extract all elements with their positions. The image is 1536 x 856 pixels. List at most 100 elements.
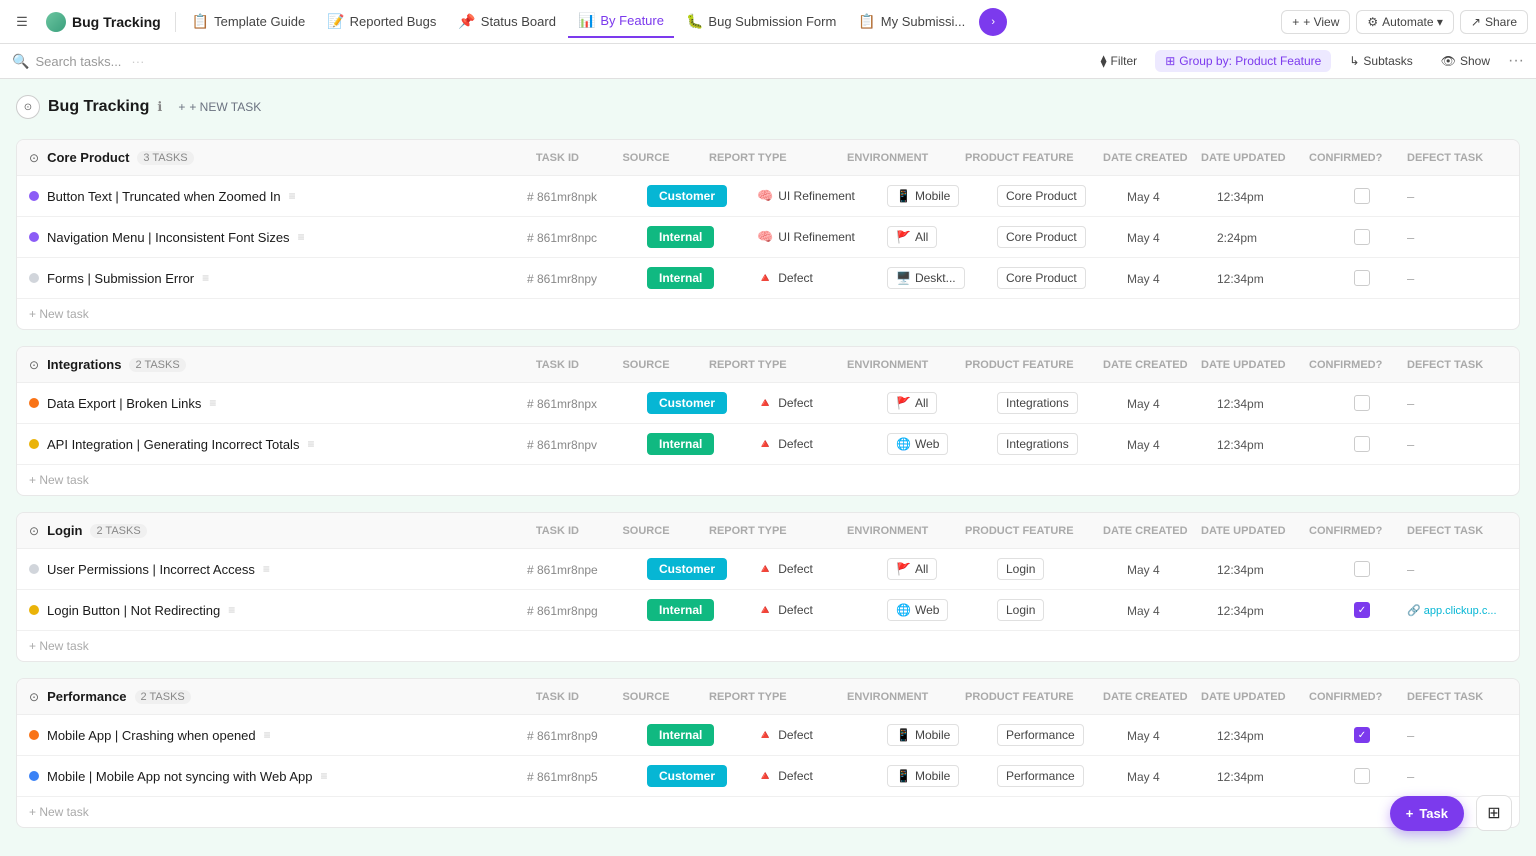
task-feature-cell-t8: Performance [997, 724, 1127, 746]
nav-tab-by-feature[interactable]: 📊 By Feature [568, 6, 674, 38]
task-id-cell-t6: # 861mr8npe [527, 562, 647, 577]
new-task-row-integrations[interactable]: + New task [17, 465, 1519, 495]
page-info-icon[interactable]: ℹ [157, 99, 162, 115]
page-collapse-button[interactable]: ⊙ [16, 95, 40, 119]
task-row-t7[interactable]: Login Button | Not Redirecting ≡ # 861mr… [17, 590, 1519, 631]
view-button[interactable]: + + View [1281, 10, 1350, 34]
app-logo[interactable]: Bug Tracking [38, 8, 169, 36]
task-row-t4[interactable]: Data Export | Broken Links ≡ # 861mr8npx… [17, 383, 1519, 424]
date-created-text-t2: May 4 [1127, 231, 1160, 245]
env-text-t6: All [915, 562, 928, 576]
feature-badge-t9: Performance [997, 765, 1084, 787]
task-defect-cell-t1: – [1407, 189, 1507, 204]
nav-tab-my-submissions[interactable]: 📋 My Submissi... [848, 6, 975, 38]
search-box[interactable]: 🔍 Search tasks... ··· [12, 53, 144, 70]
col-h-product-feature: PRODUCT FEATURE [965, 691, 1095, 703]
apps-grid-button[interactable]: ⊞ [1476, 795, 1512, 831]
new-task-fab[interactable]: + Task [1390, 796, 1464, 831]
task-row-t9[interactable]: Mobile | Mobile App not syncing with Web… [17, 756, 1519, 797]
task-date-created-cell-t1: May 4 [1127, 189, 1217, 204]
show-button[interactable]: 👁 Show [1431, 50, 1500, 72]
nav-tab-my-submissions-label: My Submissi... [881, 14, 966, 29]
task-row-t8[interactable]: Mobile App | Crashing when opened ≡ # 86… [17, 715, 1519, 756]
task-id-text-t9: # 861mr8np5 [527, 770, 598, 784]
col-h-report-type: REPORT TYPE [709, 691, 839, 703]
task-id-cell-t8: # 861mr8np9 [527, 728, 647, 743]
task-row-t5[interactable]: API Integration | Generating Incorrect T… [17, 424, 1519, 465]
env-badge-t5: 🌐 Web [887, 433, 948, 455]
checkbox-t9[interactable] [1354, 768, 1370, 784]
report-type-text-t9: Defect [778, 769, 813, 783]
task-name-t1: Button Text | Truncated when Zoomed In [47, 189, 281, 204]
checkbox-t4[interactable] [1354, 395, 1370, 411]
nav-tab-status-board[interactable]: 📌 Status Board [448, 6, 566, 38]
task-report-type-cell-t4: 🔺 Defect [757, 395, 887, 411]
source-badge-t6: Customer [647, 558, 727, 580]
new-task-row-core-product[interactable]: + New task [17, 299, 1519, 329]
col-h-product-feature: PRODUCT FEATURE [965, 525, 1095, 537]
checkbox-t3[interactable] [1354, 270, 1370, 286]
checkbox-checked-t7[interactable]: ✓ [1354, 602, 1370, 618]
sidebar-toggle[interactable]: ☰ [8, 8, 36, 36]
source-badge-t4: Customer [647, 392, 727, 414]
new-task-row-performance[interactable]: + New task [17, 797, 1519, 827]
task-name-cell-t7: Login Button | Not Redirecting ≡ [29, 603, 527, 618]
new-task-row-login[interactable]: + New task [17, 631, 1519, 661]
defect-task-link-t7[interactable]: 🔗 app.clickup.c... [1407, 604, 1497, 617]
subtasks-button[interactable]: ↳ Subtasks [1339, 50, 1422, 72]
task-drag-icon-t5: ≡ [307, 437, 314, 451]
task-id-cell-t5: # 861mr8npv [527, 437, 647, 452]
checkbox-checked-t8[interactable]: ✓ [1354, 727, 1370, 743]
report-type-text-t4: Defect [778, 396, 813, 410]
checkbox-t1[interactable] [1354, 188, 1370, 204]
task-row-t3[interactable]: Forms | Submission Error ≡ # 861mr8npy I… [17, 258, 1519, 299]
group-by-button[interactable]: ⊞ Group by: Product Feature [1155, 50, 1331, 72]
nav-tab-bug-submission-form[interactable]: 🐛 Bug Submission Form [676, 6, 846, 38]
group-collapse-login[interactable]: ⊙ [29, 524, 39, 538]
report-type-icon-t4: 🔺 [757, 395, 773, 411]
feature-badge-t6: Login [997, 558, 1044, 580]
env-icon-t8: 📱 [896, 728, 911, 742]
nav-overflow-button[interactable]: › [979, 8, 1007, 36]
new-task-button[interactable]: + + NEW TASK [170, 98, 269, 116]
task-date-updated-cell-t3: 12:34pm [1217, 271, 1317, 286]
filter-button[interactable]: ⧫ Filter [1091, 50, 1148, 72]
nav-tab-template-guide[interactable]: 📋 Template Guide [182, 6, 316, 38]
task-row-t6[interactable]: User Permissions | Incorrect Access ≡ # … [17, 549, 1519, 590]
template-guide-icon: 📋 [192, 13, 209, 30]
date-updated-text-t5: 12:34pm [1217, 438, 1264, 452]
nav-tab-reported-bugs[interactable]: 📝 Reported Bugs [317, 6, 446, 38]
search-more-icon[interactable]: ··· [131, 54, 144, 69]
task-dot-t6 [29, 564, 39, 574]
checkbox-t2[interactable] [1354, 229, 1370, 245]
report-type-text-t6: Defect [778, 562, 813, 576]
checkbox-t6[interactable] [1354, 561, 1370, 577]
group-count-performance: 2 TASKS [135, 690, 191, 704]
report-type-icon-t9: 🔺 [757, 768, 773, 784]
task-env-cell-t4: 🚩 All [887, 392, 997, 414]
subtasks-label: Subtasks [1363, 54, 1412, 68]
group-collapse-integrations[interactable]: ⊙ [29, 358, 39, 372]
group-collapse-performance[interactable]: ⊙ [29, 690, 39, 704]
date-created-text-t7: May 4 [1127, 604, 1160, 618]
task-env-cell-t8: 📱 Mobile [887, 724, 997, 746]
share-button[interactable]: ↗ Share [1460, 10, 1528, 34]
date-updated-text-t4: 12:34pm [1217, 397, 1264, 411]
task-date-created-cell-t4: May 4 [1127, 396, 1217, 411]
col-h-product-feature: PRODUCT FEATURE [965, 359, 1095, 371]
date-updated-text-t9: 12:34pm [1217, 770, 1264, 784]
toolbar-more-icon[interactable]: ··· [1508, 52, 1524, 70]
col-h-confirmed: CONFIRMED? [1309, 691, 1399, 703]
task-feature-cell-t6: Login [997, 558, 1127, 580]
date-created-text-t5: May 4 [1127, 438, 1160, 452]
task-row-t2[interactable]: Navigation Menu | Inconsistent Font Size… [17, 217, 1519, 258]
col-h-defect-task: DEFECT TASK [1407, 152, 1507, 164]
task-row-t1[interactable]: Button Text | Truncated when Zoomed In ≡… [17, 176, 1519, 217]
checkbox-t5[interactable] [1354, 436, 1370, 452]
search-placeholder: Search tasks... [35, 54, 121, 69]
share-label: Share [1485, 15, 1517, 29]
col-h-date-updated: DATE UPDATED [1201, 691, 1301, 703]
group-collapse-core-product[interactable]: ⊙ [29, 151, 39, 165]
task-report-type-cell-t1: 🧠 UI Refinement [757, 188, 887, 204]
automate-button[interactable]: ⚙ Automate ▾ [1356, 10, 1454, 34]
